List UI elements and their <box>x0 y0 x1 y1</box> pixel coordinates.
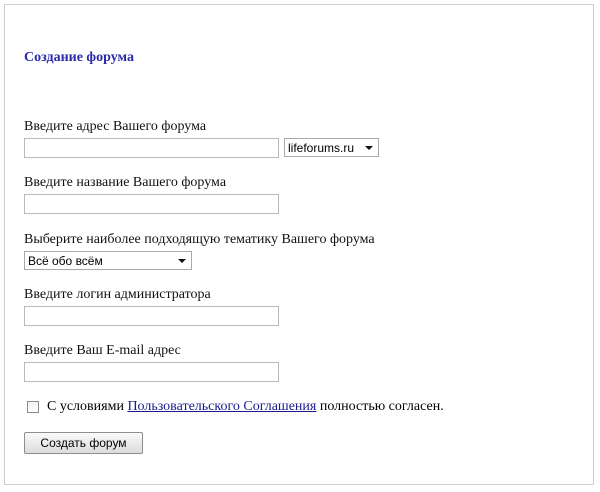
create-forum-button[interactable]: Создать форум <box>24 432 143 454</box>
chevron-down-icon <box>365 145 373 150</box>
topic-select[interactable]: Всё обо всём <box>24 251 192 270</box>
user-agreement-link[interactable]: Пользовательского Соглашения <box>127 399 316 414</box>
agree-suffix: полностью согласен. <box>316 399 444 414</box>
login-label: Введите логин администратора <box>24 287 211 302</box>
name-label: Введите название Вашего форума <box>24 175 227 190</box>
admin-login-input[interactable] <box>24 306 279 326</box>
agree-text: С условиями Пользовательского Соглашения… <box>47 399 444 415</box>
address-label: Введите адрес Вашего форума <box>24 119 207 134</box>
domain-select-value: lifeforums.ru <box>288 140 355 155</box>
email-input[interactable] <box>24 362 279 382</box>
agree-checkbox[interactable] <box>27 401 39 413</box>
email-label: Введите Ваш E-mail адрес <box>24 343 181 358</box>
domain-select[interactable]: lifeforums.ru <box>284 138 379 157</box>
page-title: Создание форума <box>24 50 134 65</box>
topic-label: Выберите наиболее подходящую тематику Ва… <box>24 232 375 247</box>
agree-prefix: С условиями <box>47 399 128 414</box>
chevron-down-icon <box>178 258 186 263</box>
forum-name-input[interactable] <box>24 194 279 214</box>
forum-address-input[interactable] <box>24 138 279 158</box>
topic-select-value: Всё обо всём <box>28 253 103 268</box>
